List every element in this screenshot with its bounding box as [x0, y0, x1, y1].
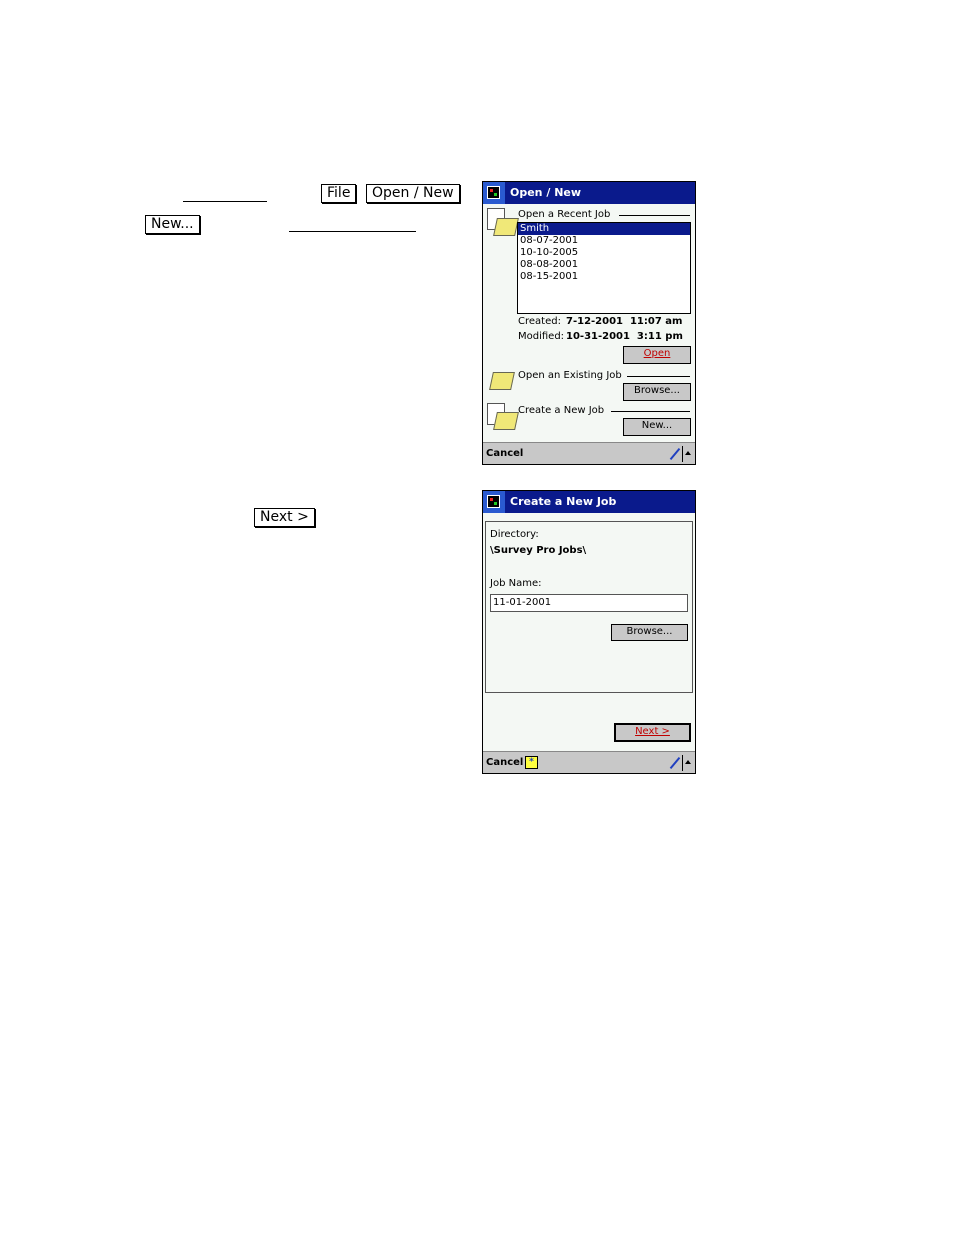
key-open-new: Open / New — [366, 184, 460, 203]
browse-button[interactable]: Browse... — [611, 624, 688, 641]
open-new-screen: Open / New Open a Recent Job Smith 08-07… — [482, 181, 696, 465]
input-pen-icon[interactable] — [669, 447, 681, 461]
folder-icon — [493, 412, 519, 430]
list-item[interactable]: 08-08-2001 — [518, 259, 690, 271]
open-button[interactable]: Open — [623, 346, 691, 364]
start-menu-icon[interactable] — [483, 182, 505, 204]
list-item[interactable]: Smith — [518, 223, 690, 235]
separator — [682, 755, 683, 771]
recent-group-label: Open a Recent Job — [518, 209, 611, 220]
folder-icon — [493, 218, 519, 236]
new-group-label: Create a New Job — [518, 405, 605, 416]
cancel-button[interactable]: Cancel — [486, 752, 523, 773]
browse-button[interactable]: Browse... — [623, 383, 691, 401]
list-item[interactable]: 08-15-2001 — [518, 271, 690, 283]
directory-label: Directory: — [490, 529, 539, 540]
next-button[interactable]: Next > — [614, 723, 691, 742]
new-button[interactable]: New... — [623, 418, 691, 436]
key-next: Next > — [254, 508, 315, 527]
group-divider — [619, 215, 690, 216]
modified-label: Modified: — [518, 331, 565, 342]
input-pen-icon[interactable] — [669, 756, 681, 770]
favorites-star-icon[interactable]: * — [525, 756, 538, 769]
title-bar: Create a New Job — [483, 491, 695, 513]
window-title: Create a New Job — [510, 495, 617, 508]
blank-underline-2 — [289, 231, 416, 232]
command-bar: Cancel * — [483, 751, 695, 773]
recent-jobs-list[interactable]: Smith 08-07-2001 10-10-2005 08-08-2001 0… — [517, 222, 691, 314]
window-title: Open / New — [510, 186, 582, 199]
job-name-label: Job Name: — [490, 578, 542, 589]
key-file: File — [321, 184, 357, 203]
list-item[interactable]: 10-10-2005 — [518, 247, 690, 259]
input-panel-arrow-icon[interactable] — [685, 760, 691, 764]
blank-underline-1 — [183, 201, 267, 202]
modified-value: 10-31-2001 3:11 pm — [566, 331, 683, 342]
group-divider — [611, 411, 690, 412]
start-menu-icon[interactable] — [483, 491, 505, 513]
folder-icon — [489, 372, 515, 390]
title-bar: Open / New — [483, 182, 695, 204]
cancel-button[interactable]: Cancel — [486, 443, 523, 464]
job-name-input[interactable]: 11-01-2001 — [490, 594, 688, 612]
command-bar: Cancel — [483, 442, 695, 464]
input-panel-arrow-icon[interactable] — [685, 451, 691, 455]
separator — [682, 446, 683, 462]
create-new-job-screen: Create a New Job Directory: \Survey Pro … — [482, 490, 696, 774]
list-item[interactable]: 08-07-2001 — [518, 235, 690, 247]
created-value: 7-12-2001 11:07 am — [566, 316, 683, 327]
directory-value: \Survey Pro Jobs\ — [490, 545, 587, 556]
created-label: Created: — [518, 316, 561, 327]
group-divider — [627, 376, 690, 377]
key-new: New... — [145, 215, 200, 234]
existing-group-label: Open an Existing Job — [518, 370, 622, 381]
